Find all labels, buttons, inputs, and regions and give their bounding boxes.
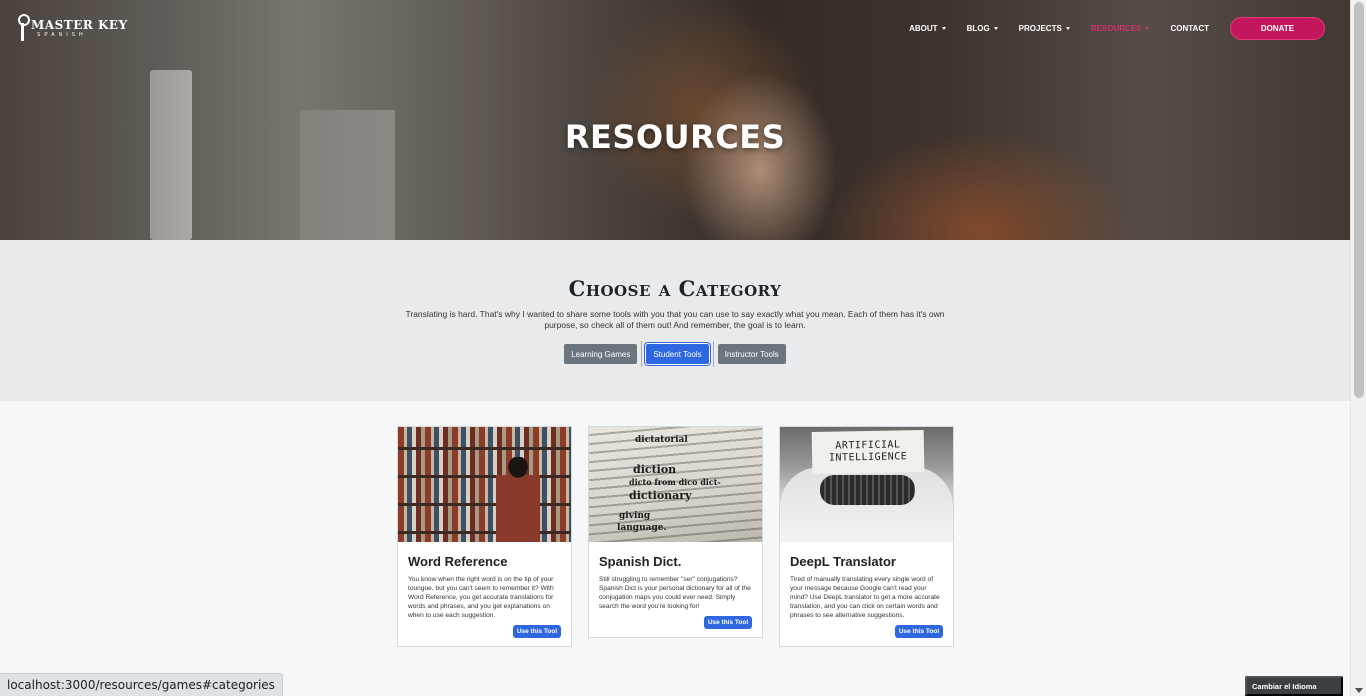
tool-card-word-reference: Word Reference You know when the right w… [397,426,572,647]
use-tool-button[interactable]: Use this Tool [895,625,943,638]
category-heading: Choose a Category [568,276,782,301]
use-tool-button[interactable]: Use this Tool [513,625,561,638]
card-title: Word Reference [408,554,508,569]
nav-item-contact[interactable]: CONTACT [1170,24,1209,33]
caret-down-icon [941,27,946,30]
logo-sub-text: SPANISH [37,31,87,38]
category-button-group: Learning Games Student Tools Instructor … [0,341,1350,367]
card-description: You know when the right word is on the t… [408,576,554,619]
key-icon [16,14,30,42]
nav-item-blog[interactable]: BLOG [967,24,998,33]
logo-main-text: MASTER KEY [31,17,128,32]
link-status-bar: localhost:3000/resources/games#categorie… [0,673,283,696]
typewriter-ai-image: ARTIFICIAL INTELLIGENCE [780,427,953,542]
donate-button[interactable]: DONATE [1230,17,1325,40]
dictionary-page-image: dictatorial diction dicto from dico dict… [589,427,762,542]
card-description: Still struggling to remember "ser" conju… [599,576,751,610]
use-tool-button[interactable]: Use this Tool [704,616,752,629]
scrollbar-thumb[interactable] [1354,2,1364,398]
tool-card-spanish-dict: dictatorial diction dicto from dico dict… [588,426,763,638]
category-section: Choose a Category Translating is hard. T… [0,240,1350,401]
nav-item-projects[interactable]: PROJECTS [1019,24,1070,33]
tool-card-deepl-translator: ARTIFICIAL INTELLIGENCE DeepL Translator… [779,426,954,647]
nav-item-about[interactable]: ABOUT [909,24,946,33]
card-title: Spanish Dict. [599,554,682,569]
scroll-down-arrow-icon[interactable] [1355,688,1363,693]
page-title: RESOURCES [564,118,786,156]
card-title: DeepL Translator [790,554,896,569]
hero-banner: MASTER KEY SPANISH ABOUT BLOG PROJECTS R… [0,0,1350,240]
main-nav: ABOUT BLOG PROJECTS RESOURCES CONTACT DO… [909,17,1325,40]
change-language-button[interactable]: Cambiar el Idioma [1245,676,1343,696]
divider [712,341,714,367]
site-logo[interactable]: MASTER KEY SPANISH [16,14,128,42]
caret-down-icon [1145,27,1150,30]
library-bookshelf-image [398,427,571,542]
caret-down-icon [993,27,998,30]
learning-games-button[interactable]: Learning Games [564,344,638,364]
student-tools-button[interactable]: Student Tools [646,344,709,364]
caret-down-icon [1065,27,1070,30]
page-scrollbar[interactable] [1350,0,1366,696]
nav-item-resources[interactable]: RESOURCES [1091,24,1150,33]
tool-cards: Word Reference You know when the right w… [397,426,954,647]
divider [641,341,643,367]
instructor-tools-button[interactable]: Instructor Tools [717,344,786,364]
card-description: Tired of manually translating every sing… [790,576,940,619]
category-description: Translating is hard. That's why I wanted… [405,309,945,330]
